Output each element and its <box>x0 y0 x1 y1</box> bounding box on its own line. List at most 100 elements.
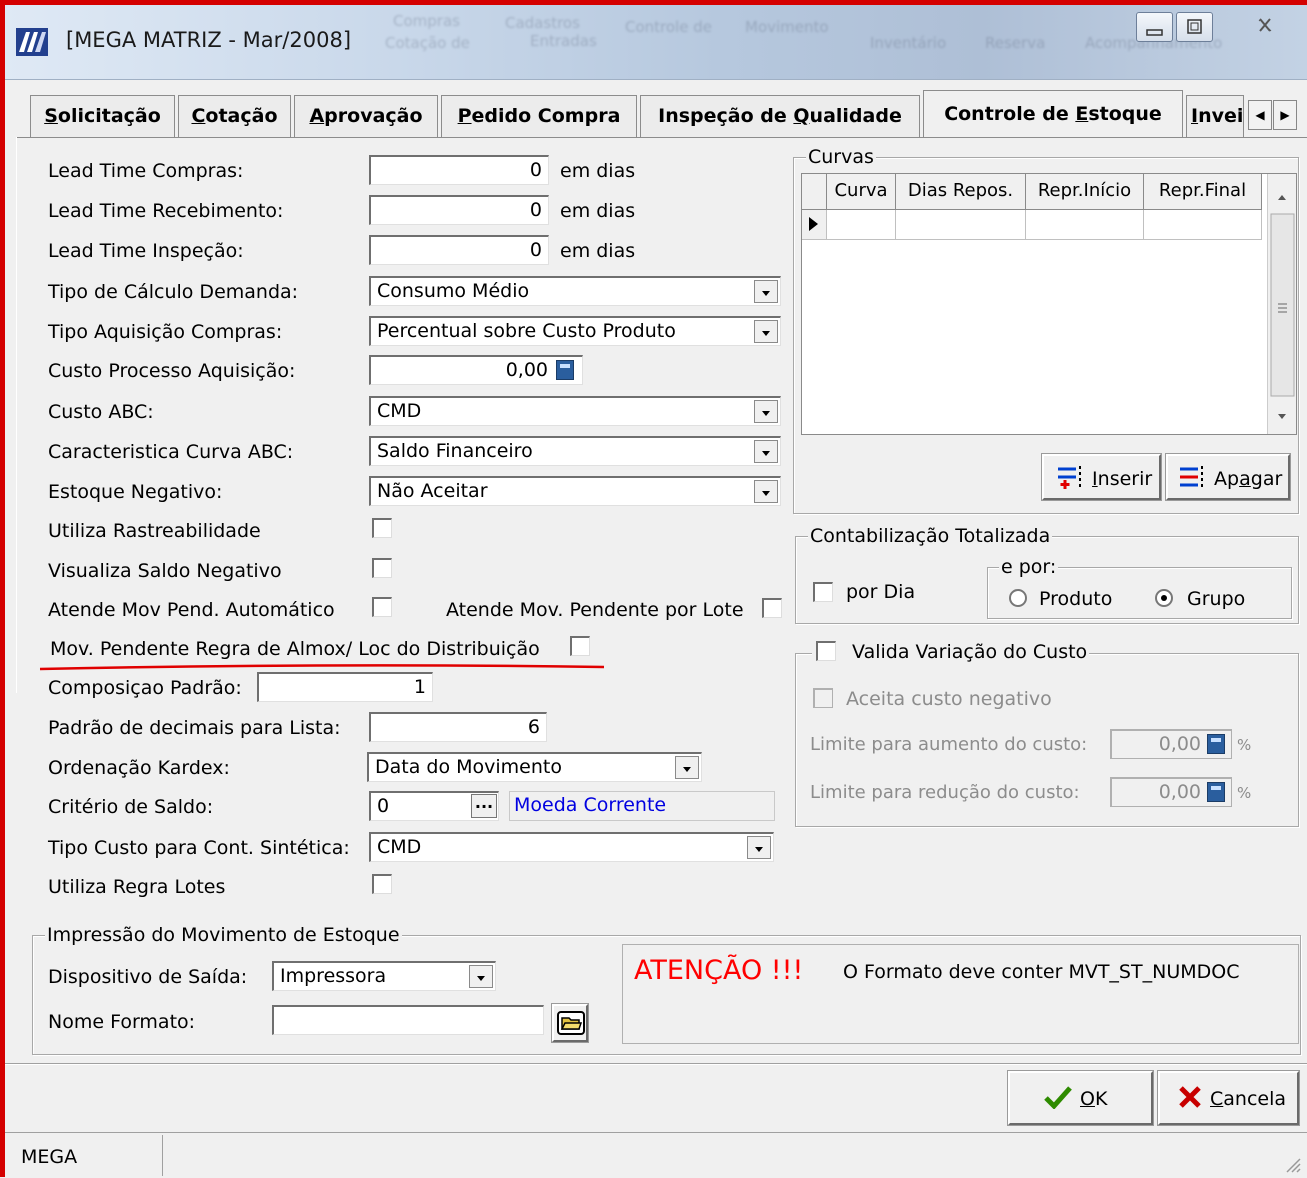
contabilizacao-group-title: Contabilização Totalizada <box>808 525 1053 547</box>
chevron-down-icon[interactable] <box>469 965 493 988</box>
app-logo-icon <box>16 28 48 56</box>
custo-processo-aquisicao-input[interactable]: 0,00 <box>369 355 583 385</box>
tipo-aquisicao-compras-select[interactable]: Percentual sobre Custo Produto <box>369 316 781 346</box>
tab-aprovacao[interactable]: Aprovação <box>294 95 438 137</box>
minimize-button[interactable] <box>1136 12 1173 42</box>
estoque-negativo-select[interactable]: Não Aceitar <box>369 476 781 506</box>
limite-aumento-input[interactable]: 0,00 <box>1110 729 1232 759</box>
nome-formato-input[interactable] <box>272 1005 544 1035</box>
caracteristica-curva-abc-select[interactable]: Saldo Financeiro <box>369 436 781 466</box>
window-title: [MEGA MATRIZ - Mar/2008] <box>66 28 352 52</box>
tab-panel-top-line <box>16 137 1307 138</box>
chevron-down-icon[interactable] <box>754 480 778 503</box>
impressao-group-title: Impressão do Movimento de Estoque <box>45 924 402 946</box>
grid-header-repr-inicio[interactable]: Repr.Início <box>1026 174 1144 210</box>
ok-button[interactable]: OK <box>1007 1070 1154 1126</box>
dispositivo-saida-select[interactable]: Impressora <box>272 961 496 991</box>
por-dia-label: por Dia <box>846 581 916 603</box>
grid-cell[interactable] <box>1144 210 1262 240</box>
resize-grip-icon[interactable] <box>1283 1155 1301 1173</box>
inserir-button[interactable]: Inserir <box>1041 453 1162 501</box>
tipo-calculo-demanda-select[interactable]: Consumo Médio <box>369 276 781 306</box>
tab-inventario[interactable]: Invei <box>1186 95 1244 137</box>
ordenacao-kardex-label: Ordenação Kardex: <box>48 757 230 779</box>
maximize-button[interactable] <box>1176 12 1213 42</box>
por-dia-checkbox[interactable] <box>813 582 833 602</box>
lead-time-inspecao-unit: em dias <box>560 240 636 262</box>
limite-reducao-input[interactable]: 0,00 <box>1110 777 1232 807</box>
chevron-down-icon[interactable] <box>754 400 778 423</box>
chevron-down-icon[interactable] <box>754 440 778 463</box>
produto-label: Produto <box>1039 588 1113 610</box>
tipo-custo-sintetica-select[interactable]: CMD <box>369 832 774 862</box>
atende-mov-lote-label: Atende Mov. Pendente por Lote <box>446 599 744 621</box>
bottom-separator <box>5 1063 1307 1065</box>
composicao-padrao-input[interactable]: 1 <box>257 672 433 702</box>
cancela-button[interactable]: Cancela <box>1157 1070 1300 1126</box>
grupo-radio[interactable] <box>1155 589 1173 607</box>
atencao-warning: ATENÇÃO !!! <box>634 955 804 986</box>
aceita-custo-negativo-label: Aceita custo negativo <box>846 688 1052 710</box>
custo-abc-select[interactable]: CMD <box>369 396 781 426</box>
atencao-message: O Formato deve conter MVT_ST_NUMDOC <box>843 961 1240 983</box>
nome-formato-label: Nome Formato: <box>48 1011 196 1033</box>
browse-folder-button[interactable] <box>551 1003 589 1043</box>
dispositivo-saida-label: Dispositivo de Saída: <box>48 966 248 988</box>
limite-reducao-label: Limite para redução do custo: <box>810 782 1080 803</box>
padrao-decimais-label: Padrão de decimais para Lista: <box>48 717 341 739</box>
grid-cell[interactable] <box>1026 210 1144 240</box>
grid-cell[interactable] <box>896 210 1026 240</box>
utiliza-rastreabilidade-label: Utiliza Rastreabilidade <box>48 520 261 542</box>
ordenacao-kardex-select[interactable]: Data do Movimento <box>367 752 702 782</box>
tab-panel-left-edge <box>16 137 17 693</box>
tab-scroll-right-button[interactable]: ▶ <box>1273 100 1297 130</box>
lead-time-compras-input[interactable]: 0 <box>369 155 549 185</box>
custo-processo-aquisicao-label: Custo Processo Aquisição: <box>48 360 296 382</box>
visualiza-saldo-negativo-checkbox[interactable] <box>372 558 392 578</box>
window-border-left <box>0 0 5 1177</box>
calculator-icon[interactable] <box>556 360 574 380</box>
calculator-icon[interactable] <box>1207 734 1225 754</box>
tab-controle-estoque[interactable]: Controle de Estoque <box>923 90 1183 138</box>
close-button[interactable] <box>1240 12 1290 42</box>
limite-aumento-label: Limite para aumento do custo: <box>810 734 1088 755</box>
grid-header-dias-repos[interactable]: Dias Repos. <box>896 174 1026 210</box>
valida-variacao-title: Valida Variação do Custo <box>812 641 1090 663</box>
status-bar: MEGA <box>5 1132 1307 1177</box>
chevron-down-icon[interactable] <box>675 756 699 779</box>
tab-solicitacao[interactable]: Solicitação <box>30 95 175 137</box>
lead-time-inspecao-input[interactable]: 0 <box>369 235 549 265</box>
percent-aumento: % <box>1237 736 1252 754</box>
padrao-decimais-input[interactable]: 6 <box>369 712 547 742</box>
visualiza-saldo-negativo-label: Visualiza Saldo Negativo <box>48 560 282 582</box>
utiliza-rastreabilidade-checkbox[interactable] <box>372 518 392 538</box>
apagar-button[interactable]: Apagar <box>1165 453 1291 501</box>
tab-cotacao[interactable]: Cotação <box>178 95 291 137</box>
atende-mov-automatico-checkbox[interactable] <box>372 597 392 617</box>
lead-time-recebimento-input[interactable]: 0 <box>369 195 549 225</box>
tab-scroll-left-button[interactable]: ◀ <box>1248 100 1272 130</box>
caracteristica-curva-abc-label: Caracteristica Curva ABC: <box>48 441 294 463</box>
curvas-group-title: Curvas <box>806 146 876 168</box>
chevron-down-icon[interactable] <box>754 320 778 343</box>
atende-mov-lote-checkbox[interactable] <box>762 598 782 618</box>
chevron-down-icon[interactable] <box>747 836 771 859</box>
grid-scrollbar[interactable] <box>1267 174 1296 434</box>
grid-header-curva[interactable]: Curva <box>827 174 896 210</box>
utiliza-regra-lotes-label: Utiliza Regra Lotes <box>48 876 226 898</box>
valida-variacao-checkbox[interactable] <box>816 641 836 661</box>
grid-header-repr-final[interactable]: Repr.Final <box>1144 174 1262 210</box>
tipo-custo-sintetica-label: Tipo Custo para Cont. Sintética: <box>48 837 350 859</box>
calculator-icon[interactable] <box>1207 782 1225 802</box>
row-indicator-icon[interactable] <box>802 210 827 240</box>
aceita-custo-negativo-checkbox[interactable] <box>813 688 833 708</box>
criterio-saldo-lookup-button[interactable]: ... <box>471 794 497 818</box>
tab-inspecao-qualidade[interactable]: Inspeção de Qualidade <box>640 95 920 137</box>
check-icon <box>1044 1085 1072 1114</box>
utiliza-regra-lotes-checkbox[interactable] <box>372 874 392 894</box>
tab-pedido-compra[interactable]: Pedido Compra <box>441 95 637 137</box>
grid-cell[interactable] <box>827 210 896 240</box>
chevron-down-icon[interactable] <box>754 280 778 303</box>
regra-almox-checkbox[interactable] <box>570 636 590 656</box>
produto-radio[interactable] <box>1009 589 1027 607</box>
